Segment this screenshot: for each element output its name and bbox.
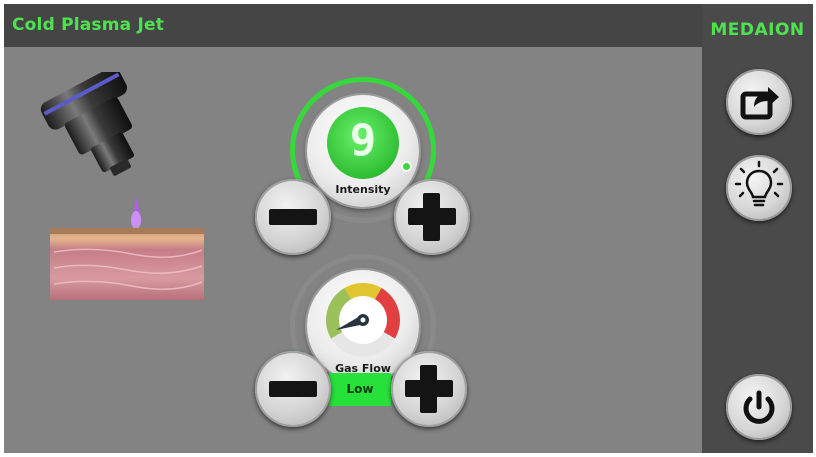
gas-flow-level-badge: Low — [329, 373, 391, 406]
sidebar: MEDAION — [702, 4, 813, 453]
light-button[interactable] — [726, 155, 792, 221]
gas-flow-decrease-button[interactable] — [255, 351, 331, 427]
minus-icon — [269, 209, 317, 225]
intensity-display: 9 — [327, 107, 399, 179]
plasma-jet-illustration — [40, 72, 204, 300]
power-icon — [743, 390, 775, 424]
app-title: Cold Plasma Jet — [12, 15, 165, 35]
share-export-icon — [740, 87, 779, 120]
intensity-increase-button[interactable] — [394, 179, 470, 255]
intensity-dial: 9 Intensity — [307, 95, 419, 207]
gas-flow-increase-button[interactable] — [391, 351, 467, 427]
gas-flow-gauge — [326, 283, 400, 357]
intensity-value: 9 — [349, 115, 377, 166]
export-button[interactable] — [726, 69, 792, 135]
app-window: Cold Plasma Jet MEDAION 9 Intensity Gas … — [4, 4, 813, 453]
intensity-indicator-dot — [401, 161, 412, 172]
title-bar: Cold Plasma Jet — [4, 4, 702, 47]
intensity-decrease-button[interactable] — [255, 179, 331, 255]
brand-logo: MEDAION — [710, 20, 805, 40]
power-button[interactable] — [726, 374, 792, 440]
minus-icon — [269, 381, 317, 397]
light-bulb-icon — [734, 160, 784, 207]
